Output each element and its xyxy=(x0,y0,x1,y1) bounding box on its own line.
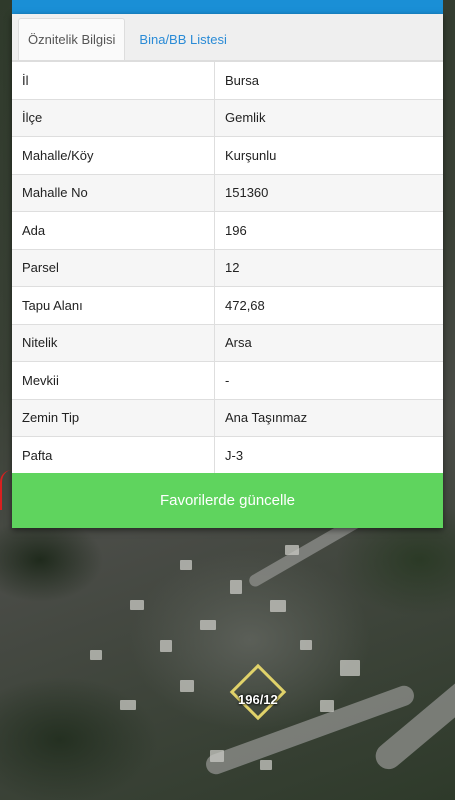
attribute-key: Ada xyxy=(12,212,215,249)
table-row: İlçe Gemlik xyxy=(12,99,443,137)
map-building xyxy=(120,700,136,710)
table-row: Mahalle No 151360 xyxy=(12,174,443,212)
table-row: İl Bursa xyxy=(12,62,443,100)
attribute-value: 12 xyxy=(225,260,240,276)
attribute-value: - xyxy=(225,372,230,388)
attribute-panel: Öznitelik Bilgisi Bina/BB Listesi İl Bur… xyxy=(12,14,443,528)
attribute-table: İl Bursa İlçe Gemlik Mahalle/Köy Kurşunl… xyxy=(12,61,443,475)
map-building xyxy=(130,600,144,610)
attribute-key: İl xyxy=(12,62,215,99)
table-row: Ada 196 xyxy=(12,212,443,250)
attribute-key: Mevkii xyxy=(12,362,215,399)
attribute-key: Zemin Tip xyxy=(12,399,215,436)
attribute-value: 472,68 xyxy=(225,297,265,313)
attribute-value: 196 xyxy=(225,222,247,238)
table-row: Mevkii - xyxy=(12,362,443,400)
map-building xyxy=(260,760,272,770)
attribute-key: Pafta xyxy=(12,437,215,474)
map-building xyxy=(230,580,242,594)
table-row: Nitelik Arsa xyxy=(12,324,443,362)
map-building xyxy=(270,600,286,612)
map-red-line xyxy=(0,470,12,510)
map-building xyxy=(200,620,216,630)
map-building xyxy=(180,560,192,570)
attribute-key: İlçe xyxy=(12,99,215,136)
attribute-key: Nitelik xyxy=(12,324,215,361)
table-row: Pafta J-3 xyxy=(12,437,443,475)
header-strip xyxy=(12,0,443,14)
tab-attribute-info[interactable]: Öznitelik Bilgisi xyxy=(18,18,126,60)
update-favorites-button[interactable]: Favorilerde güncelle xyxy=(12,473,443,528)
attribute-value: Gemlik xyxy=(225,110,266,126)
map-building xyxy=(320,700,334,712)
tab-bar: Öznitelik Bilgisi Bina/BB Listesi xyxy=(12,14,443,61)
map-building xyxy=(180,680,194,692)
table-row: Parsel 12 xyxy=(12,249,443,287)
tab-building-list[interactable]: Bina/BB Listesi xyxy=(125,18,235,60)
map-building xyxy=(90,650,102,660)
parcel-label: 196/12 xyxy=(238,692,278,707)
attribute-key: Mahalle No xyxy=(12,174,215,211)
map-building xyxy=(340,660,360,676)
attribute-key: Parsel xyxy=(12,249,215,286)
map-building xyxy=(160,640,172,652)
map-building xyxy=(210,750,224,762)
table-row: Tapu Alanı 472,68 xyxy=(12,287,443,325)
attribute-value: 151360 xyxy=(225,185,269,201)
attribute-value: Arsa xyxy=(225,335,252,351)
attribute-value: J-3 xyxy=(225,447,244,463)
attribute-value: Bursa xyxy=(225,72,259,88)
attribute-value: Kurşunlu xyxy=(225,147,277,163)
map-building xyxy=(300,640,312,650)
attribute-key: Tapu Alanı xyxy=(12,287,215,324)
attribute-value: Ana Taşınmaz xyxy=(225,410,308,426)
table-row: Mahalle/Köy Kurşunlu xyxy=(12,137,443,175)
table-row: Zemin Tip Ana Taşınmaz xyxy=(12,399,443,437)
map-building xyxy=(285,545,299,555)
attribute-key: Mahalle/Köy xyxy=(12,137,215,174)
